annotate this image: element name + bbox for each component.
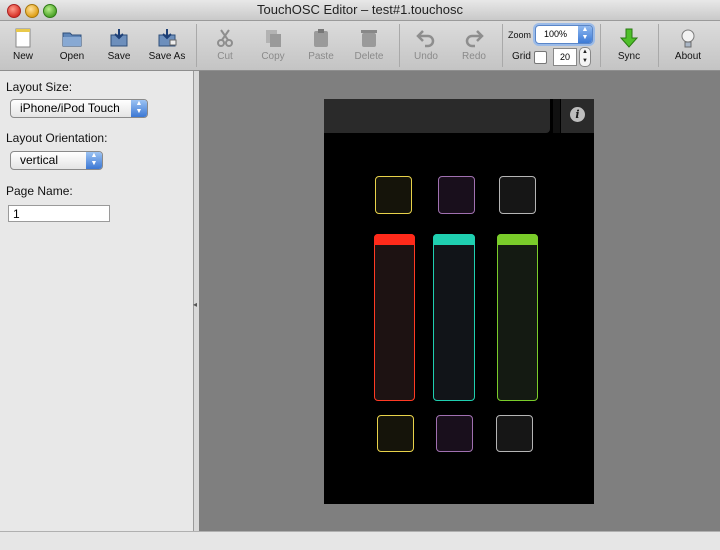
toggle-button-purple[interactable]: [436, 415, 473, 452]
splitter-handle[interactable]: ◂: [193, 300, 197, 309]
toolbar-separator: [196, 24, 197, 67]
new-button[interactable]: New: [8, 23, 38, 67]
undo-button[interactable]: Undo: [410, 23, 442, 67]
zoom-value: 100%: [544, 29, 568, 39]
tab-divider: [553, 99, 560, 133]
copy-button[interactable]: Copy: [256, 23, 290, 67]
push-button-yellow[interactable]: [375, 176, 412, 214]
fader-teal[interactable]: [433, 234, 475, 401]
zoom-window-button[interactable]: [43, 4, 57, 18]
info-icon: i: [570, 107, 585, 122]
page-name-label: Page Name:: [6, 184, 73, 198]
toolbar-separator: [600, 24, 601, 67]
new-document-icon: [15, 28, 31, 48]
about-button[interactable]: About: [670, 23, 706, 67]
page-name-field[interactable]: 1: [8, 205, 110, 222]
fader-handle[interactable]: [433, 234, 475, 245]
info-button[interactable]: i: [561, 99, 594, 133]
toolbar-separator: [502, 24, 503, 67]
layout-orientation-select[interactable]: vertical ▲ ▼: [10, 151, 103, 170]
save-button[interactable]: Save: [104, 23, 134, 67]
delete-button[interactable]: Delete: [352, 23, 386, 67]
sync-arrow-icon: [619, 28, 639, 48]
toolbar-separator: [399, 24, 400, 67]
zoom-label: Zoom: [508, 30, 532, 40]
push-button-purple[interactable]: [438, 176, 475, 214]
page-tab[interactable]: [324, 99, 550, 133]
fader-handle[interactable]: [374, 234, 415, 245]
sync-button[interactable]: Sync: [614, 23, 644, 67]
open-button[interactable]: Open: [55, 23, 89, 67]
redo-button[interactable]: Redo: [458, 23, 490, 67]
properties-panel: Layout Size: iPhone/iPod Touch ▲ ▼ Layout…: [0, 71, 194, 531]
save-as-button[interactable]: Save As: [148, 23, 186, 67]
cut-button[interactable]: Cut: [210, 23, 240, 67]
save-icon: [110, 29, 128, 47]
fader-handle[interactable]: [497, 234, 538, 245]
copy-icon: [266, 30, 281, 47]
toggle-button-gray[interactable]: [496, 415, 533, 452]
clipboard-icon: [314, 29, 328, 47]
layout-orientation-value: vertical: [20, 153, 59, 167]
minimize-window-button[interactable]: [25, 4, 39, 18]
folder-icon: [62, 32, 82, 47]
scissors-icon: [217, 29, 233, 47]
chevron-updown-icon: ▲ ▼: [131, 100, 147, 117]
grid-size-field[interactable]: 20: [553, 48, 577, 66]
undo-icon: [416, 30, 435, 48]
device-layout[interactable]: i: [324, 99, 594, 504]
redo-icon: [465, 30, 484, 48]
toolbar: New Open Save Save As Cut Copy Paste Del…: [0, 21, 720, 71]
grid-size-stepper[interactable]: ▲ ▼: [579, 47, 591, 67]
lightbulb-icon: [681, 29, 695, 48]
chevron-updown-icon: ▲ ▼: [578, 26, 592, 43]
layout-size-label: Layout Size:: [6, 80, 73, 94]
grid-checkbox[interactable]: [534, 51, 547, 64]
window-title: TouchOSC Editor – test#1.touchosc: [257, 2, 463, 17]
close-window-button[interactable]: [7, 4, 21, 18]
zoom-select[interactable]: 100% ▲ ▼: [535, 25, 593, 44]
title-bar: TouchOSC Editor – test#1.touchosc: [0, 0, 720, 21]
save-as-icon: [158, 29, 177, 47]
fader-green[interactable]: [497, 234, 538, 401]
chevron-updown-icon: ▲ ▼: [86, 152, 102, 169]
grid-label: Grid: [512, 51, 531, 62]
paste-button[interactable]: Paste: [304, 23, 338, 67]
layout-orientation-label: Layout Orientation:: [6, 131, 108, 145]
layout-size-select[interactable]: iPhone/iPod Touch ▲ ▼: [10, 99, 148, 118]
push-button-gray[interactable]: [499, 176, 536, 214]
toolbar-separator: [658, 24, 659, 67]
status-bar: [0, 531, 720, 550]
fader-red[interactable]: [374, 234, 415, 401]
toggle-button-yellow[interactable]: [377, 415, 414, 452]
trash-icon: [361, 30, 377, 47]
layout-size-value: iPhone/iPod Touch: [20, 101, 120, 115]
